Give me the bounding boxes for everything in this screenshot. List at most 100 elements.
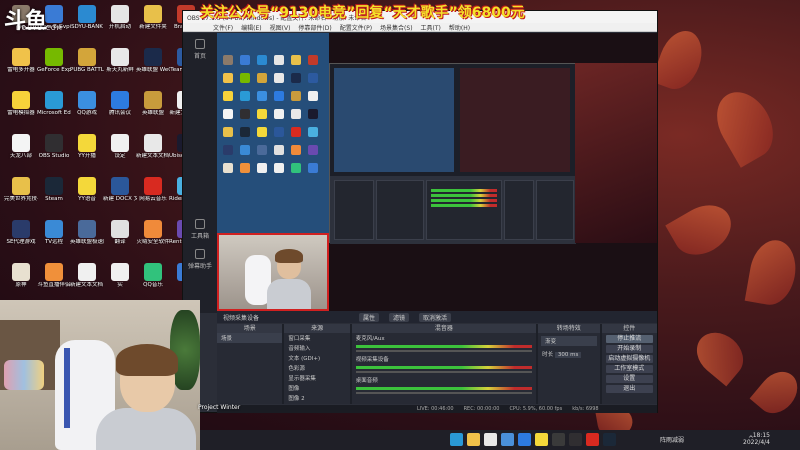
webcam-overlay — [0, 300, 200, 450]
desktop-icon[interactable]: 英雄联盟 WeGame — [136, 45, 170, 85]
menu-view[interactable]: 视图(V) — [270, 23, 291, 32]
obs-window[interactable]: OBS 27.1.3 (64-bit, windows) - 配置文件: 未命名… — [182, 10, 658, 413]
source-item[interactable]: 文本 (GDI+) — [284, 353, 349, 363]
source-item[interactable]: 显示器采集 — [284, 373, 349, 383]
desktop-icon[interactable]: 翻译 — [103, 217, 137, 257]
source-item[interactable]: 窗口采集 — [284, 333, 349, 343]
taskbar-app-icon[interactable] — [552, 433, 565, 446]
desktop-icon[interactable]: Steam — [37, 174, 71, 214]
taskbar-clock[interactable]: 18:15 2022/4/4 — [743, 432, 770, 446]
desktop-icon[interactable]: 新建文本文档 (2) — [136, 131, 170, 171]
webcam-chair-stripe — [64, 348, 70, 428]
app-icon — [111, 5, 129, 23]
scene-item[interactable]: 场景 — [217, 333, 283, 343]
desktop-icon[interactable]: SE代理游戏 — [4, 217, 38, 257]
virtual-camera-button[interactable]: 启动虚拟摄像机 — [605, 355, 653, 363]
desktop-icon[interactable]: YY语音 — [70, 174, 104, 214]
obs-preview[interactable] — [217, 33, 657, 311]
app-icon — [111, 263, 129, 281]
desktop-icon[interactable]: TV远程 — [37, 217, 71, 257]
menu-tools[interactable]: 工具(T) — [421, 23, 441, 32]
volume-slider[interactable] — [355, 371, 533, 373]
exit-button[interactable]: 退出 — [605, 385, 653, 393]
desktop-icon[interactable]: 完美世界竞技平台 — [4, 174, 38, 214]
app-icon — [144, 48, 162, 66]
desktop-icon[interactable]: 斗鱼直播伴侣 — [37, 260, 71, 300]
filters-button[interactable]: 滤镜 — [389, 312, 410, 322]
volume-slider[interactable] — [355, 392, 533, 394]
desktop-icon[interactable]: 腾讯会议 — [103, 88, 137, 128]
menu-help[interactable]: 帮助(H) — [449, 23, 470, 32]
properties-button[interactable]: 属性 — [359, 312, 380, 322]
desktop-icon[interactable]: GeForce Experience — [37, 45, 71, 85]
project-winter-label[interactable]: Project Winter — [198, 404, 240, 411]
taskbar-app-icon[interactable] — [450, 433, 463, 446]
taskbar-app-icon[interactable] — [569, 433, 582, 446]
app-icon — [111, 220, 129, 238]
source-item[interactable]: 图像 — [284, 383, 349, 393]
promo-banner: 关注公众号“9130电竞”回复“天才歌手”领6800元 — [200, 5, 525, 21]
sidebar-danmu-label: 弹幕助手 — [187, 263, 212, 270]
desktop-icon[interactable]: 英雄联盟极速版 — [70, 217, 104, 257]
source-item[interactable]: 色彩源 — [284, 363, 349, 373]
taskbar-app-icon[interactable] — [603, 433, 616, 446]
sidebar-toolbox-button[interactable]: 工具箱 — [183, 213, 217, 243]
taskbar-app-icon[interactable] — [467, 433, 480, 446]
stop-streaming-button[interactable]: 停止推流 — [605, 335, 653, 343]
deactivate-button[interactable]: 取消激活 — [419, 312, 452, 322]
taskbar-weather[interactable]: 阵雨减弱 — [660, 435, 684, 444]
preview-mini-icon — [291, 127, 301, 137]
desktop-icon[interactable]: 原神 — [4, 260, 38, 300]
desktop-icon[interactable]: 新建文本文档 2021090 — [70, 260, 104, 300]
menu-docks[interactable]: 停靠部件(D) — [298, 23, 331, 32]
duration-input[interactable]: 300 ms — [554, 352, 582, 358]
menu-file[interactable]: 文件(F) — [213, 23, 233, 32]
taskbar-app-icon[interactable] — [586, 433, 599, 446]
preview-mini-icon — [223, 73, 233, 83]
source-item[interactable]: 音频输入 — [284, 343, 349, 353]
desktop-icon[interactable]: OBS Studio — [37, 131, 71, 171]
desktop-icon-label: 腾讯会议 — [108, 110, 131, 116]
desktop-icon[interactable]: 设定 — [103, 131, 137, 171]
desktop-icon[interactable]: SDYU-BANK — [70, 2, 104, 42]
desktop-icon[interactable]: PUBG BATTLEGR — [70, 45, 104, 85]
taskbar-app-icon[interactable] — [501, 433, 514, 446]
app-icon — [45, 91, 63, 109]
desktop-icon[interactable]: 天龙八部 — [4, 131, 38, 171]
source-item[interactable]: 图像 2 — [284, 393, 349, 403]
desktop-icon-label: 天龙八部 — [9, 153, 32, 159]
desktop-icon[interactable]: 网易云音乐 — [136, 174, 170, 214]
volume-slider[interactable] — [355, 350, 533, 352]
preview-mini-icon — [240, 73, 250, 83]
sidebar-home-button[interactable]: 首页 — [183, 33, 217, 63]
desktop-icon[interactable]: QQ音乐 — [136, 260, 170, 300]
desktop-icon[interactable]: 开机启动 — [103, 2, 137, 42]
taskbar-app-icon[interactable] — [535, 433, 548, 446]
menu-profile[interactable]: 配置文件(P) — [340, 23, 372, 32]
desktop-icon[interactable]: 英雄联盟 — [136, 88, 170, 128]
desktop-icon[interactable]: YY开播 — [70, 131, 104, 171]
nested-transitions-dock — [504, 180, 534, 240]
desktop-icon[interactable]: 雷电模拟器 — [4, 88, 38, 128]
settings-button[interactable]: 设置 — [605, 375, 653, 383]
desktop-icon[interactable]: 雷电多开器 — [4, 45, 38, 85]
app-icon — [111, 177, 129, 195]
desktop-icon[interactable]: 火绒安全软件 — [136, 217, 170, 257]
menu-scene-collection[interactable]: 场景集合(S) — [380, 23, 413, 32]
taskbar-time: 18:15 — [752, 432, 770, 439]
taskbar-app-icon[interactable] — [518, 433, 531, 446]
desktop-icon-label: YY开播 — [78, 153, 96, 159]
studio-mode-button[interactable]: 工作室模式 — [605, 365, 653, 373]
menu-edit[interactable]: 编辑(E) — [241, 23, 261, 32]
sidebar-danmu-button[interactable]: 弹幕助手 — [183, 243, 217, 273]
desktop-icon[interactable]: QQ游戏 — [70, 88, 104, 128]
desktop-icon[interactable]: 新建文件夹 — [136, 2, 170, 42]
desktop-icon[interactable]: Microsoft Edge — [37, 88, 71, 128]
taskbar-app-icon[interactable] — [484, 433, 497, 446]
start-recording-button[interactable]: 开始录制 — [605, 345, 653, 353]
desktop-icon[interactable]: 斯天丸新鲜 — [103, 45, 137, 85]
transition-type-select[interactable]: 渐变 — [541, 336, 597, 346]
desktop-icon[interactable]: 实 — [103, 260, 137, 300]
desktop-icon[interactable]: 新建 DOCX 文档 — [103, 174, 137, 214]
preview-webcam-source[interactable] — [217, 233, 329, 311]
